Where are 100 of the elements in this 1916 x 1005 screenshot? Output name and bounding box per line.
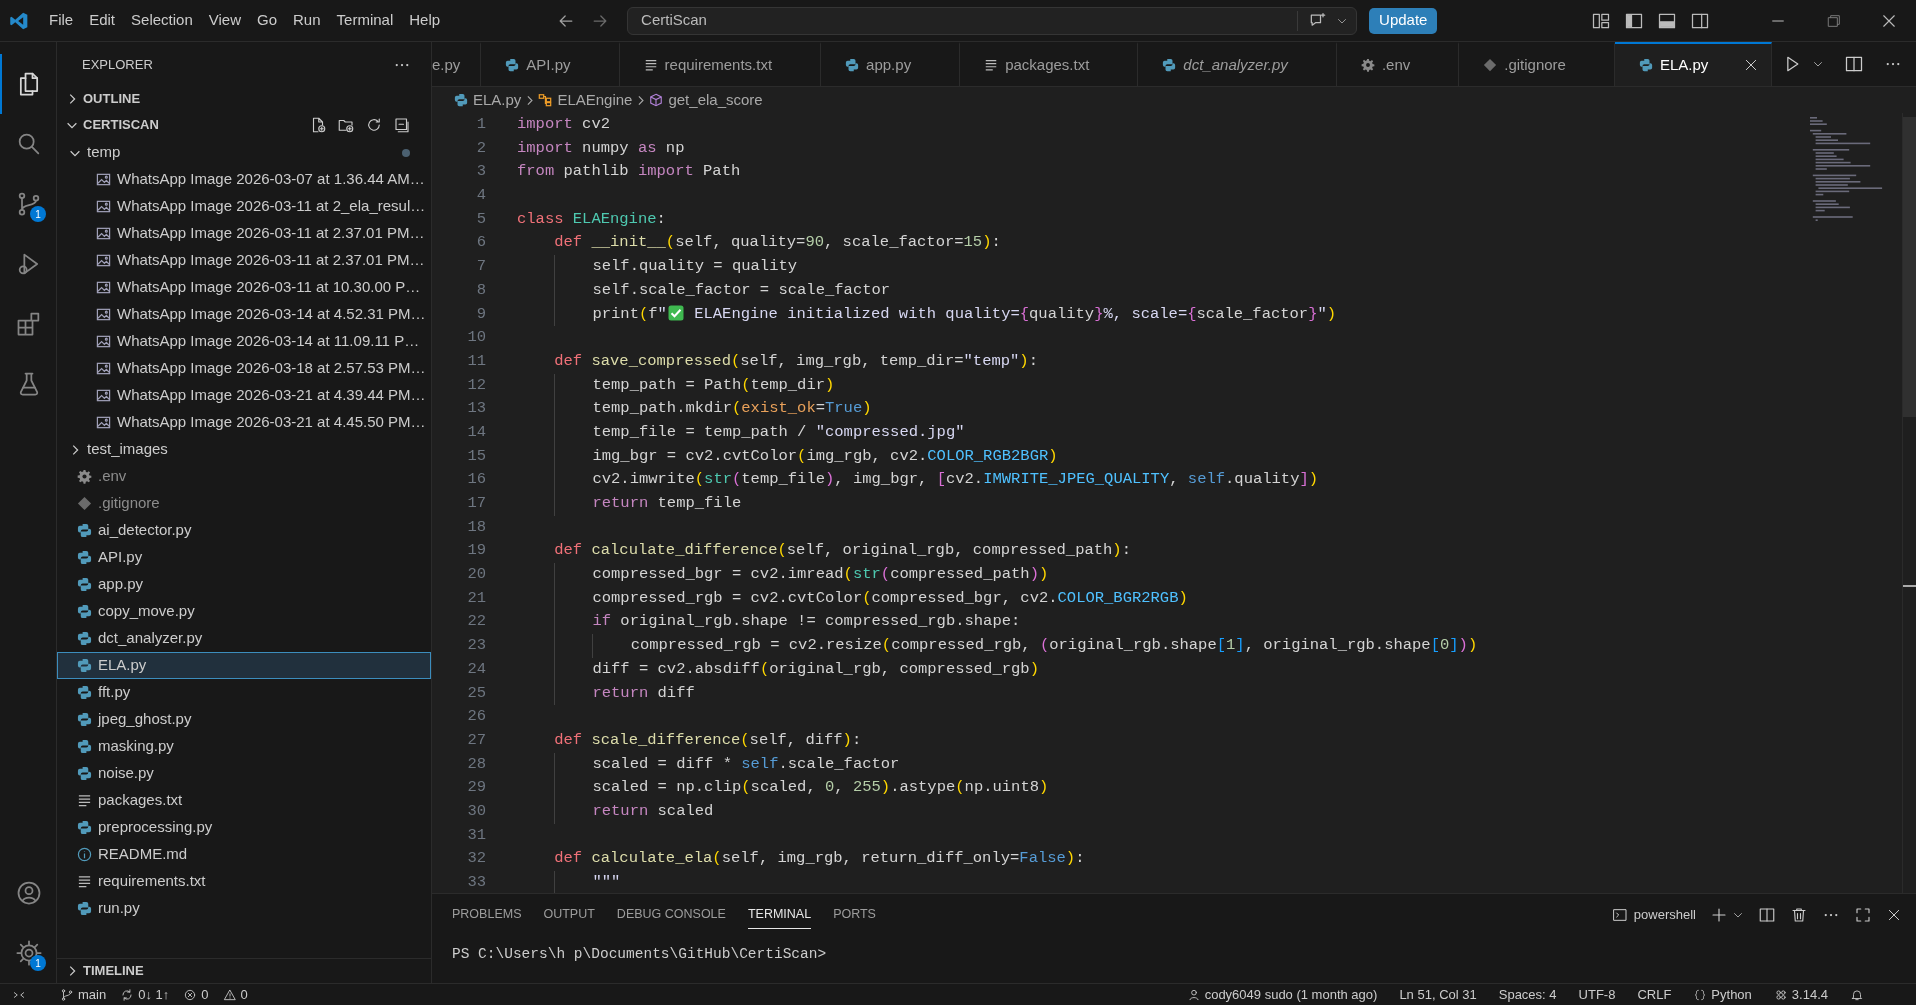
tree-item[interactable]: WhatsApp Image 2026-03-21 at 4.39.44 PM… bbox=[57, 382, 431, 409]
status-item[interactable]: CRLF bbox=[1637, 984, 1672, 1005]
menu-item[interactable]: File bbox=[41, 9, 82, 32]
tree-item[interactable]: preprocessing.py bbox=[57, 814, 431, 841]
section-header[interactable]: OUTLINE bbox=[57, 87, 431, 111]
tree-item[interactable]: noise.py bbox=[57, 760, 431, 787]
image-icon bbox=[96, 334, 111, 349]
tree-item[interactable]: WhatsApp Image 2026-03-18 at 2.57.53 PM… bbox=[57, 355, 431, 382]
status-item[interactable]: 0↓ 1↑ bbox=[120, 984, 170, 1005]
tree-item[interactable]: fft.py bbox=[57, 679, 431, 706]
tree-item[interactable]: .env bbox=[57, 463, 431, 490]
tree-item[interactable]: WhatsApp Image 2026-03-11 at 2_ela_resul… bbox=[57, 193, 431, 220]
line-number: 14 bbox=[466, 421, 486, 443]
gear-icon bbox=[77, 469, 92, 484]
update-button[interactable]: Update bbox=[1369, 7, 1438, 34]
status-item[interactable]: 0 bbox=[222, 984, 248, 1005]
tree-item[interactable]: WhatsApp Image 2026-03-07 at 1.36.44 AM… bbox=[57, 166, 431, 193]
app-logo-icon[interactable] bbox=[9, 10, 29, 31]
image-icon bbox=[96, 253, 111, 268]
line-number: 23 bbox=[466, 635, 486, 657]
status-item[interactable]: UTF-8 bbox=[1578, 984, 1616, 1005]
editor-tab[interactable]: ELA.py bbox=[1614, 42, 1773, 86]
bell-icon[interactable] bbox=[1850, 987, 1864, 1002]
menu-item[interactable]: Edit bbox=[81, 9, 124, 32]
tree-item[interactable]: ELA.py bbox=[57, 652, 431, 679]
person-icon bbox=[1186, 987, 1201, 1002]
image-icon bbox=[96, 388, 111, 403]
status-item[interactable]: 0 bbox=[183, 984, 209, 1005]
code-line: def scale_difference(self, diff): bbox=[553, 729, 862, 751]
line-number: 9 bbox=[475, 303, 486, 325]
section-header[interactable]: CERTISCAN bbox=[57, 111, 431, 139]
tree-item[interactable]: packages.txt bbox=[57, 787, 431, 814]
tree-item[interactable]: WhatsApp Image 2026-03-14 at 11.09.11 P… bbox=[57, 328, 431, 355]
panel-tab[interactable]: PROBLEMS bbox=[452, 901, 522, 929]
close-icon[interactable] bbox=[1886, 907, 1902, 923]
restore-icon[interactable] bbox=[1826, 12, 1842, 29]
status-item[interactable]: main bbox=[60, 984, 107, 1005]
python-icon bbox=[77, 631, 92, 646]
menu-item[interactable]: Terminal bbox=[328, 9, 402, 32]
collapse-all-icon[interactable] bbox=[393, 116, 411, 134]
gear-icon[interactable] bbox=[15, 939, 43, 967]
menu-item[interactable]: Go bbox=[249, 9, 285, 32]
code-line: class ELAEngine: bbox=[517, 208, 666, 230]
section-header[interactable]: TIMELINE bbox=[57, 959, 431, 983]
status-item[interactable]: 3.14.4 bbox=[1773, 984, 1828, 1005]
split-terminal-icon[interactable] bbox=[1758, 906, 1776, 924]
account-icon[interactable] bbox=[15, 879, 43, 907]
code-line: def save_compressed(self, img_rgb, temp_dir="temp"): bbox=[553, 350, 1038, 372]
tree-item[interactable]: ai_detector.py bbox=[57, 517, 431, 544]
python-icon bbox=[77, 712, 92, 727]
code-line: scaled = diff * self.scale_factor bbox=[517, 752, 900, 777]
menu-item[interactable]: View bbox=[200, 9, 249, 32]
menu-item[interactable]: Help bbox=[401, 9, 449, 32]
trash-icon[interactable] bbox=[1790, 906, 1808, 924]
panel-tab[interactable]: PORTS bbox=[833, 901, 876, 929]
code-line: temp_path = Path(temp_dir) bbox=[517, 373, 835, 398]
terminal-selector[interactable]: powershell bbox=[1611, 905, 1696, 925]
maximize-icon[interactable] bbox=[1854, 906, 1872, 924]
tree-item[interactable]: README.md bbox=[57, 841, 431, 868]
tree-item[interactable]: WhatsApp Image 2026-03-11 at 2.37.01 PM… bbox=[57, 247, 431, 274]
tree-item[interactable]: .gitignore bbox=[57, 490, 431, 517]
code-line: diff = cv2.absdiff(original_rgb, compressed_rgb) bbox=[517, 657, 1039, 682]
status-item[interactable]: cody6049 sudo (1 month ago) bbox=[1186, 984, 1378, 1005]
tree-item[interactable]: copy_move.py bbox=[57, 598, 431, 625]
tree-item[interactable]: WhatsApp Image 2026-03-11 at 10.30.00 P… bbox=[57, 274, 431, 301]
panel-tab[interactable]: TERMINAL bbox=[747, 901, 812, 929]
tree-item[interactable]: masking.py bbox=[57, 733, 431, 760]
notification-badge: 1 bbox=[30, 955, 46, 971]
line-number: 19 bbox=[466, 540, 486, 562]
tree-item[interactable]: WhatsApp Image 2026-03-11 at 2.37.01 PM… bbox=[57, 220, 431, 247]
status-item[interactable]: Spaces: 4 bbox=[1498, 984, 1557, 1005]
tree-item[interactable]: run.py bbox=[57, 895, 431, 922]
tree-item[interactable]: WhatsApp Image 2026-03-21 at 4.45.50 PM… bbox=[57, 409, 431, 436]
menu-item[interactable]: Selection bbox=[123, 9, 201, 32]
plus-icon[interactable] bbox=[1710, 906, 1728, 924]
breadcrumb-item[interactable]: ELAEngine bbox=[557, 88, 633, 112]
tree-item[interactable]: requirements.txt bbox=[57, 868, 431, 895]
panel-tab[interactable]: OUTPUT bbox=[543, 901, 595, 929]
command-center-field[interactable]: CertiScan bbox=[627, 6, 1358, 35]
line-number: 13 bbox=[466, 398, 486, 420]
tree-item[interactable]: app.py bbox=[57, 571, 431, 598]
line-number: 8 bbox=[475, 279, 486, 301]
breadcrumb-item[interactable]: ELA.py bbox=[473, 88, 522, 112]
split-editor-icon[interactable] bbox=[1844, 54, 1864, 74]
tree-item[interactable]: test_images bbox=[57, 436, 431, 463]
line-number: 18 bbox=[466, 516, 486, 538]
menu-item[interactable]: Run bbox=[285, 9, 329, 32]
line-number: 11 bbox=[466, 350, 486, 372]
tree-item[interactable]: jpeg_ghost.py bbox=[57, 706, 431, 733]
panel-tab[interactable]: DEBUG CONSOLE bbox=[616, 901, 726, 929]
editor-tab[interactable]: e.py bbox=[432, 42, 482, 86]
lines-icon bbox=[984, 58, 999, 72]
tree-item[interactable]: WhatsApp Image 2026-03-14 at 4.52.31 PM… bbox=[57, 301, 431, 328]
tree-item[interactable]: dct_analyzer.py bbox=[57, 625, 431, 652]
status-item[interactable]: Ln 51, Col 31 bbox=[1399, 984, 1477, 1005]
breadcrumb-item[interactable]: get_ela_score bbox=[668, 88, 763, 112]
tree-item[interactable]: temp bbox=[57, 139, 431, 166]
tree-item[interactable]: API.py bbox=[57, 544, 431, 571]
status-item[interactable]: Python bbox=[1693, 984, 1752, 1005]
refresh-icon[interactable] bbox=[365, 116, 383, 134]
